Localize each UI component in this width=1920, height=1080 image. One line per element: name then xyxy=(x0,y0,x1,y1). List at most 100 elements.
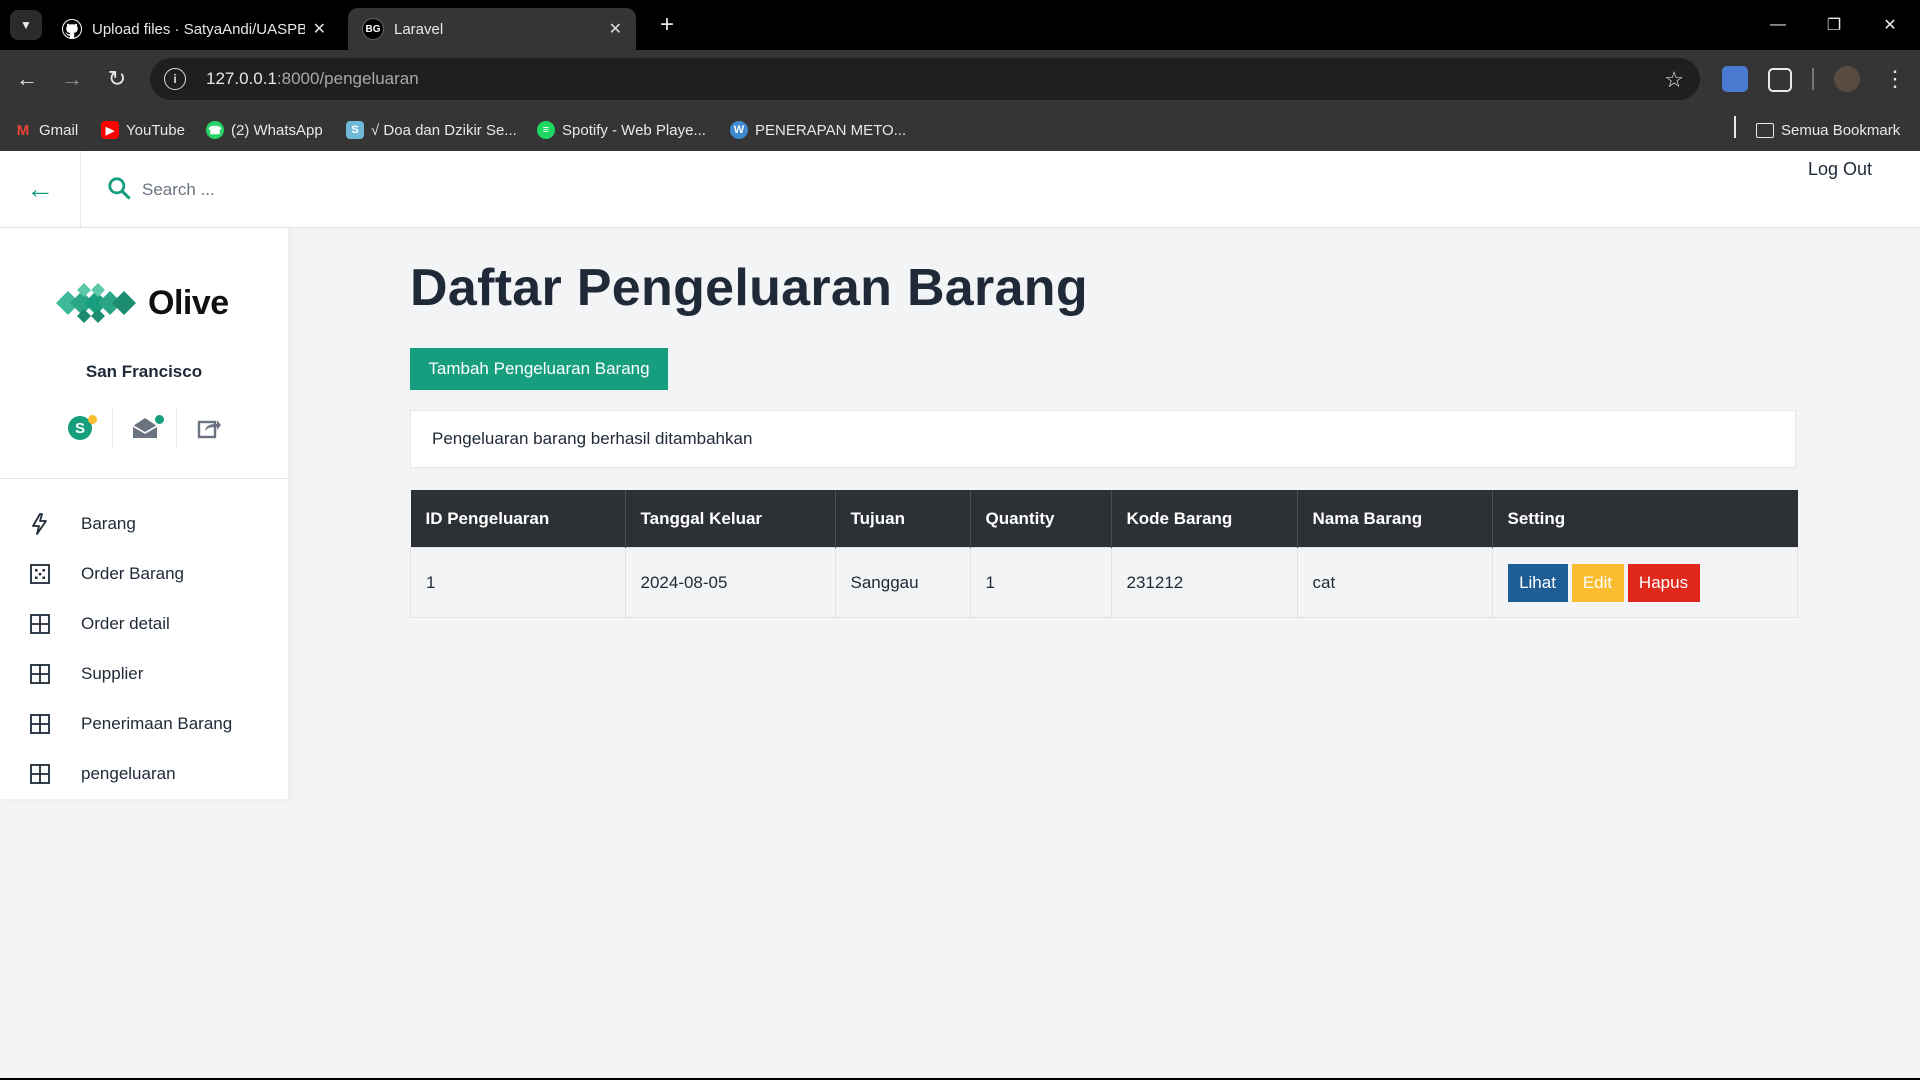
pengeluaran-table: ID Pengeluaran Tanggal Keluar Tujuan Qua… xyxy=(410,490,1798,618)
gmail-icon: M xyxy=(16,121,30,139)
column-header: Quantity xyxy=(970,490,1112,548)
github-icon xyxy=(62,19,82,39)
sidebar-profile: Olive San Francisco S xyxy=(0,228,288,479)
cell-nama: cat xyxy=(1296,547,1493,618)
grid-icon xyxy=(30,764,50,784)
minimize-button[interactable]: — xyxy=(1755,8,1801,42)
grid-icon xyxy=(30,714,50,734)
page-title: Daftar Pengeluaran Barang xyxy=(410,259,1088,317)
sidebar-item-label: Barang xyxy=(81,514,136,533)
close-window-button[interactable]: ✕ xyxy=(1867,8,1913,42)
site-info-icon[interactable]: i xyxy=(164,68,186,90)
toolbar-divider xyxy=(1812,68,1814,90)
alert-message: Pengeluaran barang berhasil ditambahkan xyxy=(432,429,753,448)
notification-dot xyxy=(88,415,97,424)
bookmark-label: YouTube xyxy=(126,121,185,139)
bookmark-gmail[interactable]: M Gmail xyxy=(14,118,78,142)
column-header: Setting xyxy=(1492,490,1798,548)
reload-button[interactable]: ↻ xyxy=(102,64,132,94)
sidebar-item-pengeluaran[interactable]: pengeluaran xyxy=(0,751,288,797)
grid-icon xyxy=(30,614,50,634)
edit-button[interactable]: Edit xyxy=(1571,563,1624,602)
logout-link[interactable]: Log Out xyxy=(1808,159,1872,180)
bookmark-label: √ Doa dan Dzikir Se... xyxy=(371,121,517,139)
new-tab-button[interactable]: + xyxy=(652,10,682,40)
back-nav-button[interactable]: ← xyxy=(12,64,42,94)
bookmark-label: PENERAPAN METO... xyxy=(755,121,907,139)
url-host: 127.0.0.1 xyxy=(206,69,277,88)
reload-icon: ↻ xyxy=(107,66,127,91)
success-alert: Pengeluaran barang berhasil ditambahkan xyxy=(410,410,1796,468)
sidebar-item-label: Order detail xyxy=(81,614,170,633)
sidebar-item-label: pengeluaran xyxy=(81,764,176,783)
translate-extension-icon[interactable] xyxy=(1722,66,1748,92)
tab-title: Upload files · SatyaAndi/UASPB xyxy=(92,20,305,38)
wordpress-icon: W xyxy=(730,121,748,139)
lightning-icon xyxy=(32,513,47,535)
all-bookmarks[interactable]: Semua Bookmark xyxy=(1756,118,1900,142)
sidebar-item-supplier[interactable]: Supplier xyxy=(0,651,288,697)
url-text: 127.0.0.1:8000/pengeluaran xyxy=(206,69,419,89)
tab-github[interactable]: Upload files · SatyaAndi/UASPB ✕ xyxy=(48,8,340,50)
bg-favicon-icon: BG xyxy=(362,18,384,40)
tab-laravel[interactable]: BG Laravel ✕ xyxy=(348,8,636,50)
messages-button[interactable] xyxy=(112,408,177,448)
tab-title: Laravel xyxy=(394,20,444,38)
chevron-down-icon: ▼ xyxy=(20,18,32,32)
bookmark-doa[interactable]: S √ Doa dan Dzikir Se... xyxy=(346,118,517,142)
bookmark-label: Semua Bookmark xyxy=(1781,121,1901,139)
table-header-row: ID Pengeluaran Tanggal Keluar Tujuan Qua… xyxy=(410,490,1798,548)
profile-avatar[interactable] xyxy=(1834,66,1860,92)
cell-tanggal: 2024-08-05 xyxy=(624,547,836,618)
sidebar-item-label: Penerimaan Barang xyxy=(81,714,233,733)
bookmark-youtube[interactable]: ▶ YouTube xyxy=(101,118,185,142)
close-icon[interactable]: ✕ xyxy=(313,19,326,39)
cell-setting: Lihat Edit Hapus xyxy=(1491,547,1798,618)
column-header: Nama Barang xyxy=(1297,490,1493,548)
url-path: :8000/pengeluaran xyxy=(276,69,419,88)
user-location: San Francisco xyxy=(85,362,203,381)
whatsapp-icon: ☎ xyxy=(206,121,224,139)
forward-nav-button[interactable]: → xyxy=(57,64,87,94)
brand-logo[interactable]: Olive xyxy=(56,278,229,328)
spotify-icon: ≡ xyxy=(537,121,555,139)
cell-id: 1 xyxy=(410,547,626,618)
sidebar-toggle-button[interactable]: ← xyxy=(0,151,81,227)
brand-name: Olive xyxy=(148,283,229,322)
browser-tabstrip: ▼ Upload files · SatyaAndi/UASPB ✕ BG La… xyxy=(0,0,1920,50)
search-input[interactable] xyxy=(140,171,544,209)
column-header: Tujuan xyxy=(835,490,971,548)
notification-dot xyxy=(155,415,164,424)
add-pengeluaran-button[interactable]: Tambah Pengeluaran Barang xyxy=(410,348,668,390)
sidebar-item-penerimaan-barang[interactable]: Penerimaan Barang xyxy=(0,701,288,747)
share-button[interactable] xyxy=(176,408,241,448)
address-bar[interactable]: i 127.0.0.1:8000/pengeluaran ☆ xyxy=(150,58,1700,100)
bookmark-label: Spotify - Web Playe... xyxy=(562,121,706,139)
bookmark-star-icon[interactable]: ☆ xyxy=(1664,67,1684,93)
close-icon[interactable]: ✕ xyxy=(609,19,622,39)
olive-logo-icon xyxy=(56,283,136,323)
delete-button[interactable]: Hapus xyxy=(1627,563,1700,602)
arrow-right-icon: → xyxy=(61,66,83,91)
bookmark-penerapan[interactable]: W PENERAPAN METO... xyxy=(730,118,906,142)
restore-button[interactable]: ❐ xyxy=(1811,8,1857,42)
tab-search-button[interactable]: ▼ xyxy=(10,10,42,40)
sidebar-item-order-barang[interactable]: Order Barang xyxy=(0,551,288,597)
app-header: ← Log Out xyxy=(0,151,1920,228)
sidebar-item-barang[interactable]: Barang xyxy=(0,501,288,547)
bookmarks-bar: M Gmail ▶ YouTube ☎ (2) WhatsApp S √ Doa… xyxy=(0,108,1920,151)
skype-status-button[interactable]: S xyxy=(48,408,112,448)
s-site-icon: S xyxy=(346,121,364,139)
cell-kode: 231212 xyxy=(1110,547,1298,618)
plus-icon: + xyxy=(659,11,674,38)
search-icon xyxy=(108,177,131,200)
sidebar-item-order-detail[interactable]: Order detail xyxy=(0,601,288,647)
sidebar-item-label: Order Barang xyxy=(81,564,184,583)
view-button[interactable]: Lihat xyxy=(1507,563,1568,602)
bookmark-spotify[interactable]: ≡ Spotify - Web Playe... xyxy=(537,118,706,142)
more-vertical-icon: ⋮ xyxy=(1884,66,1906,91)
browser-menu-button[interactable]: ⋮ xyxy=(1880,64,1910,94)
extensions-puzzle-icon[interactable] xyxy=(1768,68,1792,92)
bookmark-whatsapp[interactable]: ☎ (2) WhatsApp xyxy=(206,118,323,142)
close-icon: ✕ xyxy=(1883,17,1897,34)
